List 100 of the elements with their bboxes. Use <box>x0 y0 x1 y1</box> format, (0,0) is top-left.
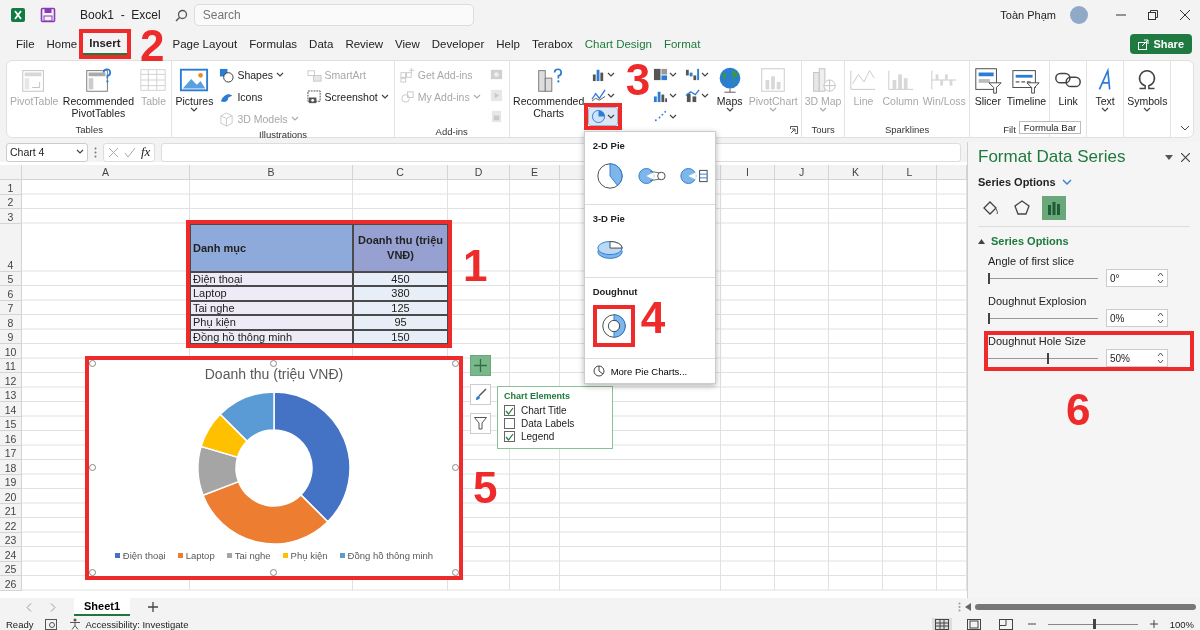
resize-handle[interactable] <box>270 569 277 576</box>
column-header[interactable]: L <box>883 165 937 180</box>
menu-tab[interactable]: File <box>10 34 41 54</box>
checkbox[interactable] <box>504 431 515 442</box>
row-header[interactable]: 10 <box>0 344 22 359</box>
spin-field[interactable]: 50% <box>1106 349 1168 367</box>
menu-tab[interactable]: Data <box>303 34 340 54</box>
column-header[interactable]: J <box>775 165 829 180</box>
row-header[interactable]: 14 <box>0 402 22 417</box>
user-name: Toàn Phạm <box>1000 9 1056 21</box>
zoom-in-icon[interactable] <box>1149 620 1158 628</box>
chart-elements-button[interactable] <box>470 355 491 376</box>
checkbox[interactable] <box>504 405 515 416</box>
row-header[interactable]: 4 <box>0 223 22 272</box>
zoom-level[interactable]: 100% <box>1169 618 1194 630</box>
ribbon-button[interactable]: Slicer <box>971 63 1004 109</box>
ribbon-button[interactable]: Text <box>1089 63 1122 115</box>
menu-item[interactable]: More Pie Charts... <box>584 359 696 383</box>
ribbon-button[interactable]: Link <box>1052 63 1085 109</box>
cancel-icon[interactable] <box>108 146 119 158</box>
ribbon-button[interactable]: Recommended PivotTables <box>61 63 136 121</box>
spin-field[interactable]: 0% <box>1106 309 1168 327</box>
resize-handle[interactable] <box>89 569 96 576</box>
checkbox[interactable] <box>504 418 515 429</box>
row-header[interactable]: 8 <box>0 315 22 330</box>
row-header[interactable]: 26 <box>0 576 22 591</box>
view-button[interactable] <box>931 617 952 630</box>
dropdown-icon[interactable] <box>1165 154 1173 160</box>
scroll-left-icon[interactable] <box>965 603 971 611</box>
row-header[interactable]: 24 <box>0 547 22 562</box>
ribbon-button[interactable]: Shapes <box>216 65 302 85</box>
add-sheet-icon[interactable] <box>148 602 159 612</box>
dialog-launcher-icon[interactable] <box>789 126 798 134</box>
menu-tab[interactable]: Page Layout <box>166 34 244 54</box>
ribbon-button[interactable]: Timeline <box>1005 63 1048 109</box>
resize-handle[interactable] <box>452 464 459 471</box>
column-header[interactable]: D <box>448 165 510 180</box>
collapse-ribbon-icon[interactable] <box>1180 125 1190 131</box>
row-header[interactable]: 16 <box>0 431 22 446</box>
chart-styles-button[interactable] <box>470 384 491 405</box>
column-header[interactable]: I <box>721 165 775 180</box>
ribbon-button[interactable]: Recommended Charts <box>511 63 586 121</box>
column-header[interactable]: K <box>829 165 883 180</box>
menu-tab[interactable]: Developer <box>425 34 491 54</box>
avatar[interactable] <box>1070 6 1088 24</box>
zoom-out-icon[interactable] <box>1027 620 1036 628</box>
column-header[interactable]: E <box>510 165 560 180</box>
insert-function-button[interactable]: fx <box>141 144 151 160</box>
ribbon-button[interactable]: Maps <box>713 63 746 115</box>
ribbon-button[interactable]: Screenshot <box>303 87 392 107</box>
row-header[interactable]: 18 <box>0 460 22 475</box>
menu-tab[interactable]: Format <box>657 34 707 54</box>
row-header[interactable]: 12 <box>0 373 22 388</box>
resize-handle[interactable] <box>270 360 277 367</box>
ribbon-button[interactable]: Pictures <box>174 63 215 115</box>
restore-icon[interactable] <box>1148 10 1158 20</box>
menu-tab[interactable]: View <box>389 34 426 54</box>
resize-handle[interactable] <box>452 569 459 576</box>
menu-tab[interactable]: Help <box>490 34 526 54</box>
zoom-slider-thumb[interactable] <box>1092 619 1096 629</box>
row-header[interactable]: 20 <box>0 489 22 504</box>
row-header[interactable]: 3 <box>0 209 22 224</box>
section-title[interactable]: Series Options <box>991 235 1069 247</box>
close-icon[interactable] <box>1180 10 1190 20</box>
close-icon[interactable] <box>1181 152 1190 162</box>
accessibility-status[interactable]: Accessibility: Investigate <box>85 618 189 630</box>
row-header[interactable]: 6 <box>0 286 22 301</box>
menu-tab[interactable]: Home <box>40 34 84 54</box>
menu-tab[interactable]: Review <box>339 34 390 54</box>
menu-tab[interactable]: Terabox <box>525 34 579 54</box>
table-cell: 380 <box>353 286 448 301</box>
options-menu[interactable]: Series Options <box>978 176 1056 188</box>
ribbon-button[interactable]: Symbols <box>1126 63 1169 115</box>
column-header[interactable]: C <box>353 165 448 180</box>
resize-handle[interactable] <box>89 360 96 367</box>
column-header[interactable]: A <box>22 165 190 180</box>
spin-field[interactable]: 0° <box>1106 269 1168 287</box>
scrollbar-thumb[interactable] <box>975 604 1196 610</box>
accessibility-icon[interactable] <box>69 618 82 630</box>
chevron-icon[interactable] <box>1061 179 1072 185</box>
sheet-tab[interactable]: Sheet1 <box>74 598 131 616</box>
check-icon[interactable] <box>124 146 136 158</box>
share-button[interactable]: Share <box>1130 34 1192 54</box>
row-header[interactable]: 1 <box>0 180 22 195</box>
resize-handle[interactable] <box>89 464 96 471</box>
slider-thumb[interactable] <box>1047 352 1050 364</box>
expand-triangle-icon[interactable] <box>978 237 985 245</box>
menu-tab[interactable]: Insert <box>83 33 127 55</box>
menu-tab[interactable]: Chart Design <box>578 34 658 54</box>
resize-handle[interactable] <box>452 360 459 367</box>
ribbon-button[interactable]: Icons <box>216 87 302 107</box>
row-header[interactable]: 22 <box>0 518 22 533</box>
menu-tab[interactable]: Formulas <box>243 34 304 54</box>
save-icon[interactable] <box>40 7 56 23</box>
chart-area[interactable]: Doanh thu (triệu VNĐ) Điện thoại Laptop Tai nghe Phụ kiện Đồng hồ thông minh <box>89 360 459 576</box>
search-field[interactable]: Search <box>193 4 474 26</box>
chart-filters-button[interactable] <box>470 413 491 434</box>
name-box[interactable]: Chart 4 <box>6 142 88 162</box>
column-header[interactable]: B <box>190 165 353 180</box>
macro-record-icon[interactable] <box>45 618 58 630</box>
